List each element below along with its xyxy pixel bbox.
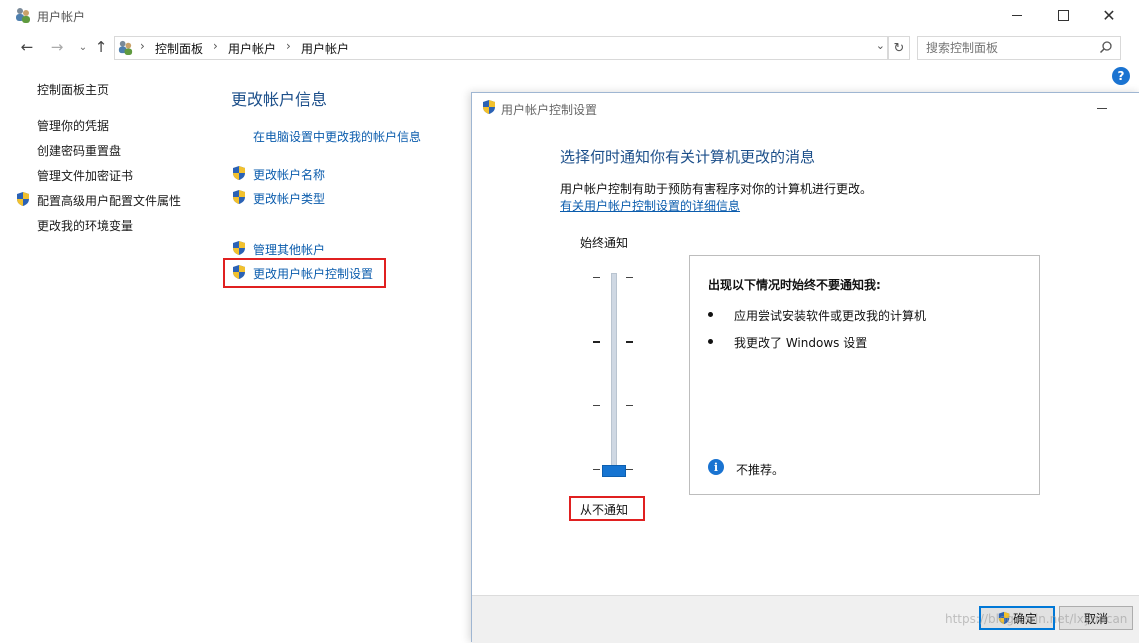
slider-track[interactable] [611,273,617,471]
info-title: 出现以下情况时始终不要通知我: [708,278,881,292]
page-title: 更改帐户信息 [231,90,328,109]
not-recommended-note: 不推荐。 [736,463,785,477]
slider-tick [593,341,600,343]
sidebar-item-control-panel-home[interactable]: 控制面板主页 [37,81,109,98]
refresh-button[interactable]: ↻ [888,36,910,60]
sidebar-item-manage-credentials[interactable]: 管理你的凭据 [37,117,109,134]
up-button[interactable]: ↑ [92,38,110,56]
slider-tick [626,277,633,278]
recent-locations-button[interactable]: ⌄ [74,38,92,56]
search-input[interactable] [918,37,1096,59]
sidebar-item-advanced-profile-properties[interactable]: 配置高级用户配置文件属性 [37,192,181,209]
dialog-description: 用户帐户控制有助于预防有害程序对你的计算机进行更改。 [560,182,873,196]
change-uac-settings-link[interactable]: 更改用户帐户控制设置 [253,265,373,282]
window-title: 用户帐户 [37,10,86,24]
back-button[interactable]: ← [18,38,36,56]
slider-tick [593,277,600,278]
slider-thumb[interactable] [602,465,626,477]
slider-tick [626,405,633,406]
maximize-button[interactable] [1040,0,1086,30]
level-description-panel: 出现以下情况时始终不要通知我: 应用尝试安装软件或更改我的计算机 我更改了 Wi… [689,255,1040,495]
help-button[interactable]: ? [1112,67,1130,85]
bullet-text: 应用尝试安装软件或更改我的计算机 [734,309,927,323]
slider-top-label: 始终通知 [580,236,629,250]
uac-shield-icon [17,192,29,206]
dialog-title: 用户帐户控制设置 [501,103,598,117]
uac-shield-icon [483,100,495,114]
chevron-down-icon: ⌄ [78,41,88,53]
search-box[interactable] [917,36,1121,60]
dialog-heading: 选择何时通知你有关计算机更改的消息 [560,148,816,166]
breadcrumb-control-panel[interactable]: 控制面板 [155,40,203,57]
slider-bottom-label: 从不通知 [580,503,629,517]
change-account-name-link[interactable]: 更改帐户名称 [253,166,325,183]
slider-tick [593,469,600,470]
uac-shield-icon [233,166,245,180]
uac-shield-icon [233,265,245,279]
uac-details-link[interactable]: 有关用户帐户控制设置的详细信息 [560,197,740,214]
uac-settings-dialog: 用户帐户控制设置 选择何时通知你有关计算机更改的消息 用户帐户控制有助于预防有害… [471,92,1139,643]
title-bar: 用户帐户 ✕ [0,0,1139,30]
users-icon [16,8,30,23]
bullet-icon [708,339,713,344]
breadcrumb-user-accounts[interactable]: 用户帐户 [228,40,276,57]
sidebar-item-file-encryption-certificates[interactable]: 管理文件加密证书 [37,167,133,184]
sidebar-item-environment-variables[interactable]: 更改我的环境变量 [37,217,133,234]
slider-tick [593,405,600,406]
slider-tick [626,341,633,343]
watermark: https://blog.csdn.net/lxyoucan [945,612,1128,626]
manage-other-accounts-link[interactable]: 管理其他帐户 [253,241,325,258]
breadcrumb-separator-icon: › [286,39,291,53]
uac-shield-icon [233,241,245,255]
close-button[interactable]: ✕ [1086,0,1132,30]
info-icon: i [708,459,724,475]
uac-shield-icon [233,190,245,204]
bullet-icon [708,312,713,317]
arrow-up-icon: ↑ [94,38,108,56]
slider-tick [626,469,633,470]
minimize-button[interactable] [994,0,1040,30]
users-icon [118,40,133,56]
close-icon: ✕ [1102,5,1116,25]
bullet-text: 我更改了 Windows 设置 [734,336,868,350]
search-icon[interactable] [1099,40,1113,54]
sidebar-item-password-reset-disk[interactable]: 创建密码重置盘 [37,142,121,159]
arrow-left-icon: ← [20,38,34,56]
refresh-icon: ↻ [893,40,905,56]
dialog-minimize-button[interactable] [1097,108,1107,109]
breadcrumb-user-accounts-current[interactable]: 用户帐户 [301,40,349,57]
forward-button[interactable]: → [48,38,66,56]
maximize-icon [1057,9,1069,21]
address-dropdown-icon[interactable]: ⌄ [876,39,885,52]
minimize-icon [1012,14,1022,16]
change-account-type-link[interactable]: 更改帐户类型 [253,190,325,207]
breadcrumb-separator-icon: › [213,39,218,53]
help-icon: ? [1117,69,1125,83]
address-bar[interactable]: › 控制面板 › 用户帐户 › 用户帐户 ⌄ [114,36,888,60]
navigation-bar: ← → ⌄ ↑ › 控制面板 › 用户帐户 › 用户帐户 ⌄ ↻ [0,32,1139,62]
pc-settings-link[interactable]: 在电脑设置中更改我的帐户信息 [253,128,421,145]
breadcrumb-separator-icon: › [140,39,145,53]
arrow-right-icon: → [50,38,64,56]
